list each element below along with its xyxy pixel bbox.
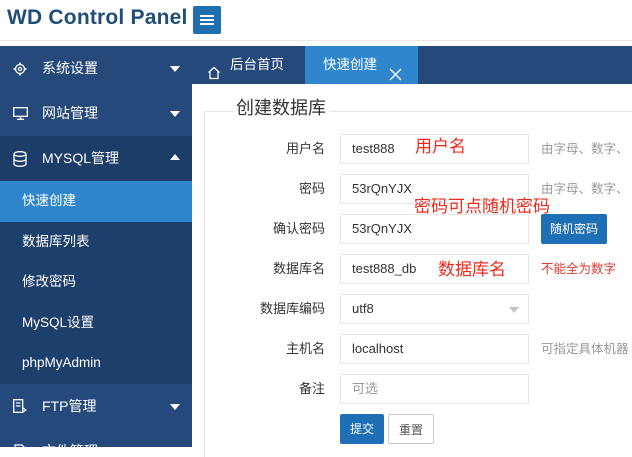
database-icon <box>11 136 29 181</box>
tab-label: 快速创建 <box>323 57 377 72</box>
submit-button[interactable]: 提交 <box>340 414 384 444</box>
app-logo-title: WD Control Panel <box>7 6 188 29</box>
tab-quick-create[interactable]: 快速创建 <box>305 46 418 84</box>
sidebar-item-label: FTP管理 <box>42 397 97 414</box>
sidebar-subitem-change-password[interactable]: 修改密码 <box>0 262 192 303</box>
host-hint: 可指定具体机器 <box>541 342 629 356</box>
sidebar-item-system-settings[interactable]: 系统设置 <box>0 46 192 91</box>
confirm-password-input[interactable]: 53rQnYJX <box>340 214 529 244</box>
chevron-up-icon <box>170 154 180 160</box>
db-encoding-label: 数据库编码 <box>259 301 325 316</box>
sidebar-item-ftp[interactable]: FTP管理 <box>0 384 192 429</box>
gear-icon <box>11 46 29 91</box>
sidebar-item-label: MYSQL管理 <box>42 150 120 166</box>
hamburger-icon <box>200 15 214 17</box>
sidebar-item-website[interactable]: 网站管理 <box>0 91 192 136</box>
note-placeholder: 可选 <box>352 381 379 396</box>
chevron-down-icon <box>170 111 180 117</box>
password-value: 53rQnYJX <box>352 181 412 196</box>
db-encoding-select[interactable]: utf8 <box>340 294 529 324</box>
annotation-db-name: 数据库名 <box>438 260 506 279</box>
tab-bar: 后台首页 快速创建 <box>192 46 632 84</box>
username-value: test888 <box>352 141 395 156</box>
monitor-icon <box>11 91 29 136</box>
confirm-password-value: 53rQnYJX <box>352 221 412 236</box>
form-legend-title: 创建数据库 <box>233 96 329 120</box>
password-label: 密码 <box>298 181 325 196</box>
sidebar-item-mysql[interactable]: MYSQL管理 <box>0 136 192 181</box>
db-encoding-value: utf8 <box>352 301 374 316</box>
sidebar-item-label: 系统设置 <box>42 60 98 76</box>
tab-label: 后台首页 <box>230 57 284 72</box>
sidebar: 系统设置 网站管理 MYSQL管理 快速创建 数据库列表 修改密码 MySQL设… <box>0 46 192 447</box>
note-input[interactable]: 可选 <box>340 374 529 404</box>
sidebar-subitem-quick-create[interactable]: 快速创建 <box>0 181 192 222</box>
note-label: 备注 <box>298 381 325 396</box>
username-label: 用户名 <box>285 141 325 156</box>
sidebar-item-file[interactable]: 文件管理 <box>0 429 192 448</box>
chevron-down-icon <box>170 66 180 72</box>
password-hint: 由字母、数字、 <box>541 182 629 196</box>
db-name-label: 数据库名 <box>272 261 325 276</box>
top-header: WD Control Panel <box>0 0 632 41</box>
file-icon <box>11 429 29 447</box>
confirm-password-label: 确认密码 <box>272 221 325 236</box>
sidebar-subitem-mysql-settings[interactable]: MySQL设置 <box>0 302 192 343</box>
ftp-icon <box>11 384 29 429</box>
reset-button[interactable]: 重置 <box>388 414 434 444</box>
chevron-down-icon <box>509 307 519 313</box>
db-name-hint: 不能全为数字 <box>541 262 617 276</box>
annotation-username: 用户名 <box>415 137 466 156</box>
sidebar-subitem-phpmyadmin[interactable]: phpMyAdmin <box>0 343 192 384</box>
host-value: localhost <box>352 341 404 356</box>
tab-home[interactable]: 后台首页 <box>192 46 304 84</box>
host-input[interactable]: localhost <box>340 334 529 364</box>
sidebar-item-label: 文件管理 <box>42 429 98 448</box>
chevron-down-icon <box>170 403 180 410</box>
random-password-button[interactable]: 随机密码 <box>541 214 607 244</box>
sidebar-item-label: 网站管理 <box>42 105 98 121</box>
sidebar-subitem-database-list[interactable]: 数据库列表 <box>0 221 192 262</box>
username-hint: 由字母、数字、 <box>541 142 629 156</box>
db-name-value: test888_db <box>352 261 417 276</box>
hamburger-menu-button[interactable] <box>193 6 221 34</box>
host-label: 主机名 <box>285 341 325 356</box>
